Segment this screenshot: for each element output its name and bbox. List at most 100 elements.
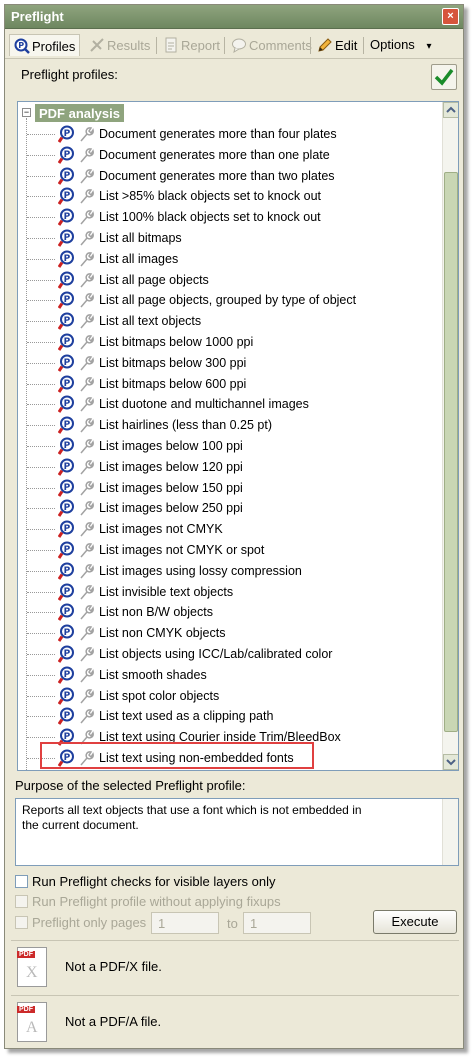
- tab-results[interactable]: Results: [85, 34, 154, 56]
- wrench-icon: [80, 210, 94, 225]
- results-icon: [90, 38, 104, 52]
- to-page-field[interactable]: 1: [243, 912, 311, 934]
- preflight-window: Preflight × P Profiles Results Report Co…: [4, 4, 464, 1049]
- magnifier-p-icon: P: [58, 583, 74, 601]
- profile-item[interactable]: P List all bitmaps: [27, 228, 448, 248]
- wrench-icon: [80, 376, 94, 392]
- pdfa-letter: A: [26, 1019, 38, 1036]
- tree-guide-line: [27, 612, 55, 614]
- svg-text:P: P: [64, 649, 71, 659]
- tree-guide-line: [27, 695, 55, 697]
- profile-item[interactable]: P List 100% black objects set to knock ou…: [27, 207, 448, 227]
- svg-text:P: P: [64, 358, 71, 368]
- wrench-icon: [80, 563, 94, 579]
- profile-item[interactable]: P List text used as a clipping path: [27, 706, 448, 726]
- wrench-icon: [80, 480, 94, 496]
- profile-item[interactable]: P List invisible text objects: [27, 582, 448, 602]
- profile-item[interactable]: P List images below 100 ppi: [27, 436, 448, 456]
- report-icon: [165, 37, 177, 53]
- chevron-down-icon: [446, 759, 456, 766]
- pdf-tag: PDF: [17, 951, 35, 958]
- profile-item[interactable]: P List images not CMYK: [27, 519, 448, 539]
- checkbox-box[interactable]: [15, 895, 28, 908]
- tree-guide-line: [27, 217, 55, 219]
- tab-report[interactable]: Report: [159, 34, 224, 56]
- profile-item[interactable]: P List all page objects: [27, 270, 448, 290]
- profile-item[interactable]: P List non B/W objects: [27, 602, 448, 622]
- svg-text:P: P: [64, 233, 71, 243]
- profile-item[interactable]: P List images below 150 ppi: [27, 478, 448, 498]
- profile-item[interactable]: P List images below 120 ppi: [27, 457, 448, 477]
- profile-item-label: List images using lossy compression: [99, 563, 302, 578]
- profile-item[interactable]: P List images not CMYK or spot: [27, 540, 448, 560]
- visible-layers-checkbox[interactable]: Run Preflight checks for visible layers …: [15, 874, 276, 892]
- checkbox-box[interactable]: [15, 916, 28, 929]
- no-fixups-label: Run Preflight profile without applying f…: [32, 894, 281, 909]
- tree-guide-line: [27, 570, 55, 572]
- window-title: Preflight: [11, 9, 64, 24]
- profile-item-label: List all page objects: [99, 272, 209, 287]
- scroll-thumb[interactable]: [444, 172, 458, 732]
- profile-item[interactable]: P List objects using ICC/Lab/calibrated c…: [27, 644, 448, 664]
- profile-item[interactable]: P List spot color objects: [27, 686, 448, 706]
- profile-item[interactable]: P List non CMYK objects: [27, 623, 448, 643]
- tree-guide-line: [27, 508, 55, 510]
- profile-tree[interactable]: − PDF analysis P Document generates more …: [17, 101, 459, 771]
- profile-item[interactable]: P List bitmaps below 600 ppi: [27, 374, 448, 394]
- tree-guide-line: [27, 425, 55, 427]
- magnifier-p-icon: P: [58, 479, 74, 497]
- profile-item[interactable]: P List bitmaps below 1000 ppi: [27, 332, 448, 352]
- profile-item[interactable]: P Document generates more than two plates: [27, 166, 448, 186]
- wrench-icon: [80, 543, 94, 558]
- profile-item[interactable]: P List images below 250 ppi: [27, 498, 448, 518]
- magnifier-p-icon: P: [58, 624, 74, 643]
- collapse-icon[interactable]: −: [22, 108, 31, 117]
- scroll-up-button[interactable]: [443, 102, 458, 118]
- execute-button[interactable]: Execute: [373, 910, 457, 934]
- profile-item[interactable]: P Document generates more than four plate…: [27, 124, 448, 144]
- svg-text:P: P: [64, 275, 71, 285]
- magnifier-p-icon: P: [58, 541, 74, 559]
- wrench-icon: [80, 459, 94, 475]
- profile-item[interactable]: P List bitmaps below 300 ppi: [27, 353, 448, 373]
- purpose-scrollbar[interactable]: [442, 799, 458, 865]
- profile-item[interactable]: P List >85% black objects set to knock ou…: [27, 186, 448, 206]
- magnifier-p-icon: P: [58, 520, 74, 539]
- tab-edit[interactable]: Edit: [313, 34, 361, 56]
- svg-text:P: P: [64, 316, 71, 326]
- from-page-field[interactable]: 1: [151, 912, 219, 934]
- tree-guide-line: [27, 300, 55, 302]
- profile-item[interactable]: P List duotone and multichannel images: [27, 394, 448, 414]
- svg-text:P: P: [64, 545, 71, 555]
- magnifier-p-icon: P: [58, 291, 74, 310]
- profile-item[interactable]: P List images using lossy compression: [27, 561, 448, 581]
- only-pages-label: Preflight only pages: [32, 915, 147, 930]
- profile-item[interactable]: P List all page objects, grouped by type …: [27, 290, 448, 310]
- tree-scrollbar[interactable]: [442, 102, 458, 770]
- profile-item-label: Document generates more than four plates: [99, 127, 337, 141]
- profile-item-label: List 100% black objects set to knock out: [99, 210, 321, 225]
- profile-item-label: List objects using ICC/Lab/calibrated co…: [99, 647, 333, 661]
- only-pages-checkbox[interactable]: Preflight only pages: [15, 915, 146, 933]
- checkbox-box[interactable]: [15, 875, 28, 888]
- tab-profiles[interactable]: P Profiles: [9, 34, 81, 56]
- scroll-down-button[interactable]: [443, 754, 458, 770]
- profile-item[interactable]: P List hairlines (less than 0.25 pt): [27, 415, 448, 435]
- profile-item-label: List all text objects: [99, 314, 202, 329]
- pdfx-status-text: Not a PDF/X file.: [65, 959, 162, 974]
- profile-item-label: List text used as a clipping path: [99, 709, 274, 724]
- apply-profile-button[interactable]: [431, 64, 457, 90]
- profile-item[interactable]: P List smooth shades: [27, 665, 448, 685]
- options-menu[interactable]: Options ▾: [366, 34, 435, 56]
- purpose-description: Reports all text objects that use a font…: [15, 798, 459, 866]
- close-button[interactable]: ×: [442, 8, 459, 25]
- profile-item[interactable]: P Document generates more than one plate: [27, 145, 448, 165]
- svg-text:P: P: [64, 524, 71, 534]
- no-fixups-checkbox[interactable]: Run Preflight profile without applying f…: [15, 894, 281, 912]
- magnifier-p-icon: P: [58, 437, 74, 455]
- profile-item[interactable]: P List all text objects: [27, 311, 448, 331]
- svg-text:P: P: [64, 607, 71, 617]
- tab-comments[interactable]: Comments: [227, 34, 316, 56]
- svg-text:P: P: [64, 399, 71, 409]
- profile-item[interactable]: P List all images: [27, 249, 448, 269]
